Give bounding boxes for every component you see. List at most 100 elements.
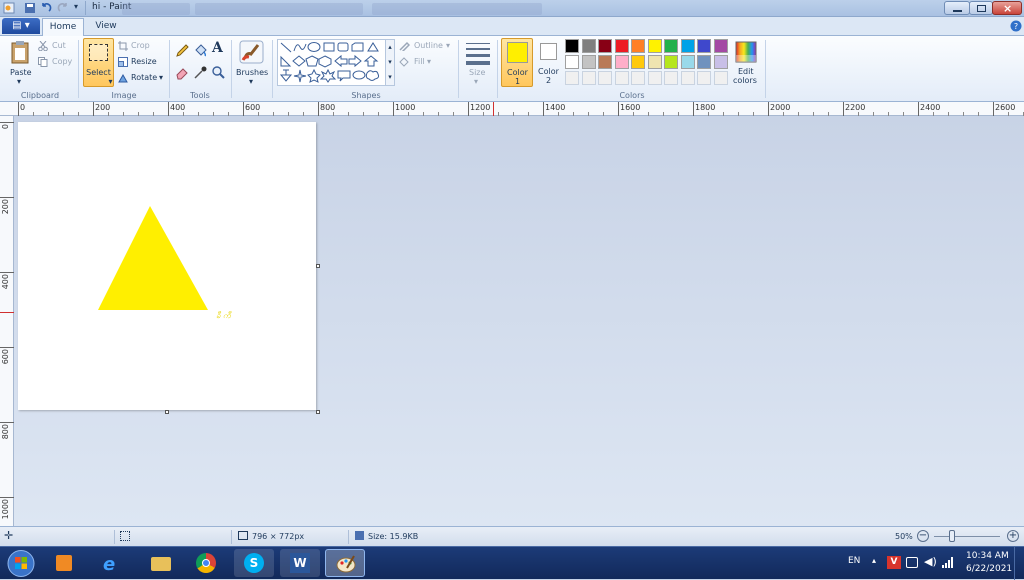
- file-menu-button[interactable]: ▤ ▾: [2, 18, 40, 34]
- color1-button[interactable]: Color 1: [501, 38, 533, 87]
- size-button[interactable]: Size ▾: [461, 38, 495, 87]
- palette-swatch[interactable]: [680, 39, 695, 53]
- palette-swatch[interactable]: [631, 39, 645, 53]
- close-button[interactable]: ×: [992, 1, 1022, 15]
- tab-home[interactable]: Home: [42, 18, 84, 36]
- palette-swatch[interactable]: [713, 39, 728, 53]
- copy-button[interactable]: Copy: [38, 56, 74, 68]
- palette-swatch[interactable]: [565, 55, 579, 69]
- palette-swatch[interactable]: [647, 39, 662, 53]
- drawing-canvas[interactable]: ခီ ကီ: [18, 122, 316, 410]
- taskbar-paint[interactable]: [325, 549, 365, 577]
- resize-handle-corner[interactable]: [316, 410, 320, 414]
- custom-color-slot[interactable]: [565, 71, 579, 85]
- palette-swatch[interactable]: [680, 55, 695, 69]
- palette-swatch[interactable]: [614, 39, 629, 53]
- cut-button[interactable]: Cut: [38, 40, 72, 52]
- taskbar-internet-explorer[interactable]: e: [93, 549, 133, 577]
- custom-color-slot[interactable]: [664, 71, 678, 85]
- brushes-dropdown-icon: ▾: [249, 77, 254, 86]
- palette-swatch[interactable]: [697, 39, 711, 53]
- custom-color-slot[interactable]: [697, 71, 711, 85]
- resize-button[interactable]: Resize: [118, 56, 160, 68]
- tab-view[interactable]: View: [88, 18, 124, 36]
- tray-device-icon[interactable]: [906, 557, 918, 568]
- ruler-tick-label: 0: [1, 124, 10, 130]
- custom-color-slot[interactable]: [713, 71, 728, 85]
- minimize-button[interactable]: [944, 1, 970, 15]
- palette-swatch[interactable]: [614, 55, 629, 69]
- clock-date[interactable]: 6/22/2021: [966, 564, 1012, 574]
- pencil-icon[interactable]: [175, 43, 190, 58]
- maximize-button[interactable]: [969, 1, 993, 15]
- color-picker-icon[interactable]: [193, 65, 208, 80]
- taskbar-skype[interactable]: S: [234, 549, 274, 577]
- ruler-major-tick: [0, 122, 14, 123]
- ruler-major-tick: [693, 102, 694, 116]
- shapes-gallery-icons: [279, 42, 380, 83]
- redo-icon[interactable]: [57, 2, 69, 14]
- language-indicator[interactable]: EN: [848, 556, 860, 566]
- shapes-gallery[interactable]: [277, 39, 395, 86]
- custom-color-slot[interactable]: [631, 71, 645, 85]
- save-icon[interactable]: [24, 2, 36, 14]
- tray-expand-icon[interactable]: ▴: [872, 556, 876, 565]
- ruler-tick-label: 1200: [470, 103, 491, 112]
- start-button-icon[interactable]: [6, 549, 36, 578]
- palette-swatch[interactable]: [598, 39, 612, 53]
- eraser-icon[interactable]: [175, 65, 190, 80]
- zoom-slider-thumb[interactable]: [949, 530, 955, 542]
- quick-access-dropdown-icon[interactable]: ▾: [74, 2, 78, 11]
- rotate-label: Rotate: [131, 73, 158, 82]
- magnifier-icon[interactable]: [211, 65, 226, 80]
- select-button[interactable]: Select ▾: [83, 38, 114, 87]
- zoom-slider-track[interactable]: [934, 536, 1000, 537]
- taskbar-word[interactable]: W: [280, 549, 320, 577]
- edit-colors-button[interactable]: Edit colors: [732, 38, 762, 87]
- zoom-in-button[interactable]: +: [1007, 530, 1019, 542]
- clock-time[interactable]: 10:34 AM: [966, 551, 1009, 561]
- palette-swatch[interactable]: [697, 55, 711, 69]
- size-line-medium: [466, 48, 490, 50]
- palette-swatch[interactable]: [713, 55, 728, 69]
- palette-swatch[interactable]: [647, 55, 662, 69]
- custom-color-slot[interactable]: [598, 71, 612, 85]
- palette-swatch[interactable]: [664, 55, 678, 69]
- taskbar-file-explorer[interactable]: [141, 549, 181, 577]
- undo-icon[interactable]: [40, 2, 52, 14]
- palette-swatch[interactable]: [581, 55, 596, 69]
- resize-handle-bottom[interactable]: [165, 410, 169, 414]
- custom-color-slot[interactable]: [647, 71, 662, 85]
- crop-button[interactable]: Crop: [118, 40, 154, 52]
- ruler-major-tick: [468, 102, 469, 116]
- palette-swatch[interactable]: [565, 39, 579, 53]
- volume-icon[interactable]: ◀): [924, 555, 937, 568]
- fill-button[interactable]: Fill ▾: [399, 56, 437, 68]
- fill-bucket-icon[interactable]: [193, 43, 208, 58]
- resize-handle-right[interactable]: [316, 264, 320, 268]
- taskbar-media-player[interactable]: [44, 549, 84, 577]
- palette-swatch[interactable]: [581, 39, 596, 53]
- show-desktop-button[interactable]: [1014, 547, 1024, 580]
- custom-color-slot[interactable]: [581, 71, 596, 85]
- palette-swatch[interactable]: [631, 55, 645, 69]
- network-signal-icon[interactable]: [942, 556, 954, 568]
- zoom-out-button[interactable]: −: [917, 530, 929, 542]
- text-tool-icon[interactable]: A: [212, 40, 223, 56]
- taskbar-chrome[interactable]: [186, 549, 226, 577]
- color2-button[interactable]: Color 2: [535, 38, 563, 87]
- custom-color-slot[interactable]: [680, 71, 695, 85]
- antivirus-tray-icon[interactable]: V: [887, 556, 901, 569]
- outline-button[interactable]: Outline ▾: [399, 40, 453, 52]
- outline-label: Outline: [414, 41, 443, 50]
- custom-color-slot[interactable]: [614, 71, 629, 85]
- rotate-button[interactable]: Rotate ▾: [118, 72, 168, 84]
- paint-app-icon[interactable]: [3, 2, 15, 14]
- paste-button[interactable]: Paste ▾: [6, 38, 34, 87]
- palette-swatch[interactable]: [664, 39, 678, 53]
- shapes-scroll[interactable]: ▴ ▾ ▾: [385, 39, 395, 86]
- copy-label: Copy: [52, 57, 73, 66]
- help-icon[interactable]: ?: [1010, 20, 1022, 32]
- palette-swatch[interactable]: [598, 55, 612, 69]
- brushes-button[interactable]: Brushes ▾: [234, 38, 270, 87]
